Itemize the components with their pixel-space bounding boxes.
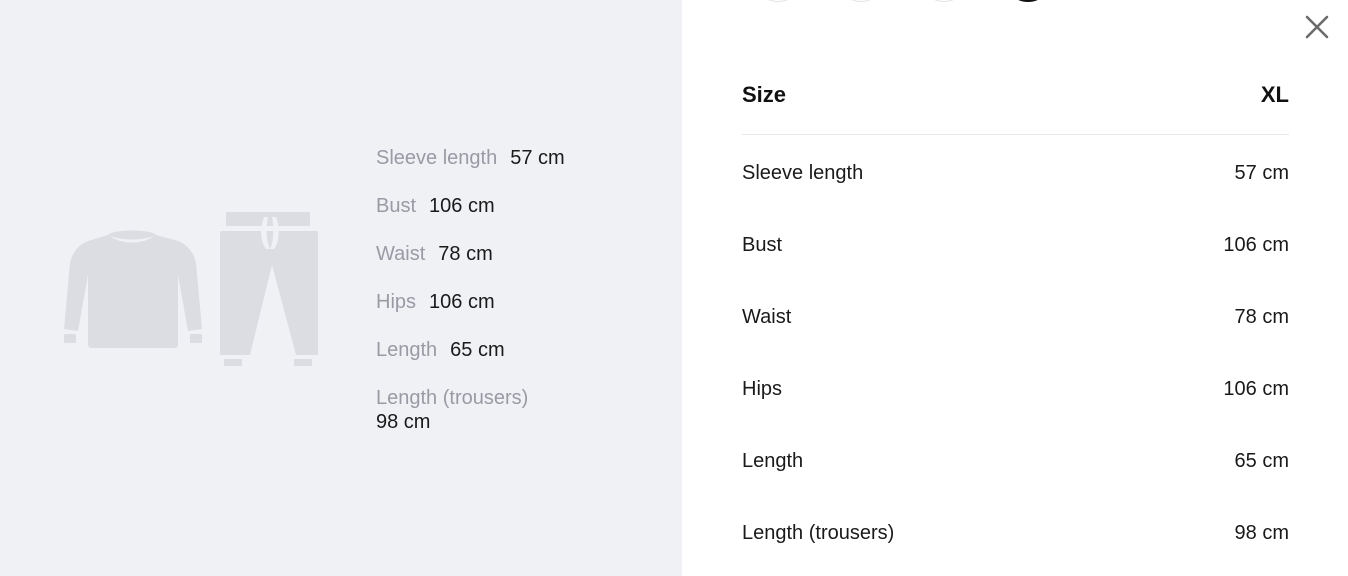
row-value: 106 cm [1223, 233, 1289, 256]
size-table-header: Size XL [742, 70, 1289, 135]
measure-label: Hips [376, 291, 417, 313]
size-table: Size XL Sleeve length 57 cm Bust 106 cm … [742, 70, 1289, 569]
row-label: Bust [742, 233, 783, 256]
measure-value: 57 cm [510, 147, 565, 169]
measurement-list: Sleeve length 57 cm Bust 106 cm Waist 78 cm… [376, 146, 666, 458]
color-swatch[interactable] [837, 0, 885, 2]
table-row: Waist 78 cm [742, 281, 1289, 353]
size-table-body: Sleeve length 57 cm Bust 106 cm Waist 78… [742, 135, 1289, 569]
row-value: 106 cm [1223, 377, 1289, 400]
measure-bust: Bust 106 cm [376, 194, 666, 218]
row-label: Waist [742, 305, 792, 328]
measure-value: 65 cm [450, 339, 505, 361]
row-label: Sleeve length [742, 161, 864, 184]
garment-illustration [60, 205, 330, 375]
row-label: Length (trousers) [742, 521, 895, 544]
size-illustration-panel: Sleeve length 57 cm Bust 106 cm Waist 78 cm… [0, 0, 682, 576]
measure-value: 106 cm [429, 291, 495, 313]
measure-label: Bust [376, 195, 417, 217]
size-header-label: Size [742, 82, 787, 107]
trousers-icon [220, 212, 318, 366]
row-value: 57 cm [1234, 161, 1289, 184]
table-row: Length (trousers) 98 cm [742, 497, 1289, 569]
measure-label: Waist [376, 243, 426, 265]
measure-length: Length 65 cm [376, 338, 666, 362]
close-button[interactable] [1304, 14, 1330, 40]
table-row: Sleeve length 57 cm [742, 137, 1289, 209]
color-swatch[interactable] [920, 0, 968, 2]
measure-value: 78 cm [438, 243, 493, 265]
row-value: 65 cm [1234, 449, 1289, 472]
size-details-panel: Size XL Sleeve length 57 cm Bust 106 cm … [682, 0, 1348, 576]
table-row: Length 65 cm [742, 425, 1289, 497]
row-label: Length [742, 449, 804, 472]
row-value: 98 cm [1234, 521, 1289, 544]
color-swatch-selected[interactable] [1004, 0, 1052, 2]
size-header-value: XL [1260, 82, 1289, 107]
color-swatch[interactable] [754, 0, 802, 2]
measure-label: Length (trousers) [376, 387, 529, 409]
measure-hips: Hips 106 cm [376, 290, 666, 314]
table-row: Hips 106 cm [742, 353, 1289, 425]
size-guide-page: Sleeve length 57 cm Bust 106 cm Waist 78 cm… [0, 0, 1348, 576]
measure-length-trousers: Length (trousers) 98 cm [376, 386, 666, 434]
row-value: 78 cm [1234, 305, 1289, 328]
measure-waist: Waist 78 cm [376, 242, 666, 266]
row-label: Hips [742, 377, 783, 400]
measure-label: Length [376, 339, 438, 361]
measure-value: 98 cm [376, 411, 431, 433]
measure-sleeve-length: Sleeve length 57 cm [376, 146, 666, 170]
measure-value: 106 cm [429, 195, 495, 217]
close-icon [1305, 15, 1329, 39]
table-row: Bust 106 cm [742, 209, 1289, 281]
measure-label: Sleeve length [376, 147, 498, 169]
sweatshirt-icon [64, 230, 202, 348]
